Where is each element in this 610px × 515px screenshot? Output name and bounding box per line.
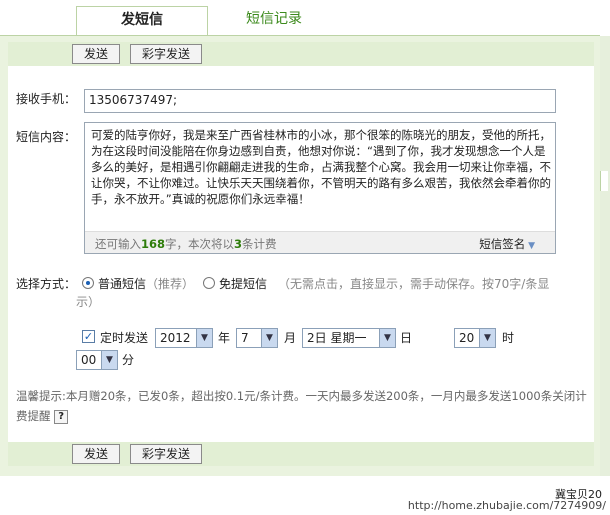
message-textarea[interactable]: 可爱的陆亨你好，我是来至广西省桂林市的小冰，那个很笨的陈晓光的朋友，受他的所托，…: [84, 122, 556, 254]
color-send-button-top[interactable]: 彩字发送: [130, 44, 202, 64]
top-toolbar: 发送 彩字发送: [8, 42, 594, 66]
remaining-chars: 168: [141, 237, 166, 251]
chevron-down-icon: ▼: [261, 329, 277, 347]
radio-normal-sms[interactable]: [82, 277, 94, 289]
signature-dropdown[interactable]: 短信签名 ▼: [479, 236, 535, 252]
sms-panel: 发送 彩字发送 接收手机： 13506737497; 短信内容： 可爱的陆亨你好…: [0, 36, 600, 476]
send-button-top[interactable]: 发送: [72, 44, 120, 64]
free-sms-note-2: 示）: [76, 295, 101, 309]
chevron-down-icon: ▼: [196, 329, 212, 347]
tab-bar: 发短信 短信记录: [0, 0, 610, 36]
message-label: 短信内容：: [16, 130, 77, 144]
tip-text: 温馨提示:本月赠20条，已发0条，超出按0.1元/条计费。一天内最多发送200条…: [16, 389, 587, 424]
phone-label: 接收手机：: [16, 92, 77, 106]
triangle-down-icon: ▼: [525, 241, 535, 251]
hour-unit: 时: [502, 331, 515, 345]
chevron-down-icon: ▼: [479, 329, 495, 347]
phone-input[interactable]: 13506737497;: [84, 89, 556, 113]
schedule-label: 定时发送: [100, 331, 149, 345]
scroll-notch: [600, 171, 608, 191]
chevron-down-icon: ▼: [379, 329, 395, 347]
normal-sms-label[interactable]: 普通短信（推荐）: [98, 275, 194, 292]
minute-select[interactable]: 00 ▼: [76, 350, 118, 370]
message-text[interactable]: 可爱的陆亨你好，我是来至广西省桂林市的小冰，那个很笨的陈晓光的朋友，受他的所托，…: [91, 127, 551, 207]
day-unit: 日: [400, 331, 413, 345]
mode-label: 选择方式：: [16, 277, 77, 291]
month-unit: 月: [284, 331, 297, 345]
tab-sms-records[interactable]: 短信记录: [208, 6, 340, 36]
year-select[interactable]: 2012 ▼: [155, 328, 213, 348]
chevron-down-icon: ▼: [101, 351, 117, 369]
radio-free-sms[interactable]: [203, 277, 215, 289]
help-icon[interactable]: ?: [54, 409, 69, 424]
tab-send-sms[interactable]: 发短信: [76, 6, 208, 36]
message-footer: 还可输入168字，本次将以3条计费 短信签名 ▼: [85, 231, 555, 253]
sms-form: 发送 彩字发送 接收手机： 13506737497; 短信内容： 可爱的陆亨你好…: [8, 42, 594, 466]
billing-count: 3: [234, 237, 243, 251]
right-scroll-edge: [600, 36, 610, 476]
send-button-bottom[interactable]: 发送: [72, 444, 120, 464]
month-select[interactable]: 7 ▼: [236, 328, 278, 348]
free-sms-label[interactable]: 免提短信: [219, 275, 267, 292]
day-select[interactable]: 2日 星期一 ▼: [302, 328, 396, 348]
minute-unit: 分: [122, 353, 135, 367]
bottom-toolbar: 发送 彩字发送: [8, 442, 594, 466]
color-send-button-bottom[interactable]: 彩字发送: [130, 444, 202, 464]
year-unit: 年: [218, 331, 231, 345]
remaining-counter: 还可输入168字，本次将以3条计费: [95, 237, 277, 251]
schedule-checkbox[interactable]: ✓: [82, 330, 95, 343]
hour-select[interactable]: 20 ▼: [454, 328, 496, 348]
watermark-url: http://home.zhubajie.com/7274909/: [407, 499, 606, 512]
free-sms-note-1: （无需点击，直接显示，需手动保存。按70字/条显: [278, 277, 550, 291]
